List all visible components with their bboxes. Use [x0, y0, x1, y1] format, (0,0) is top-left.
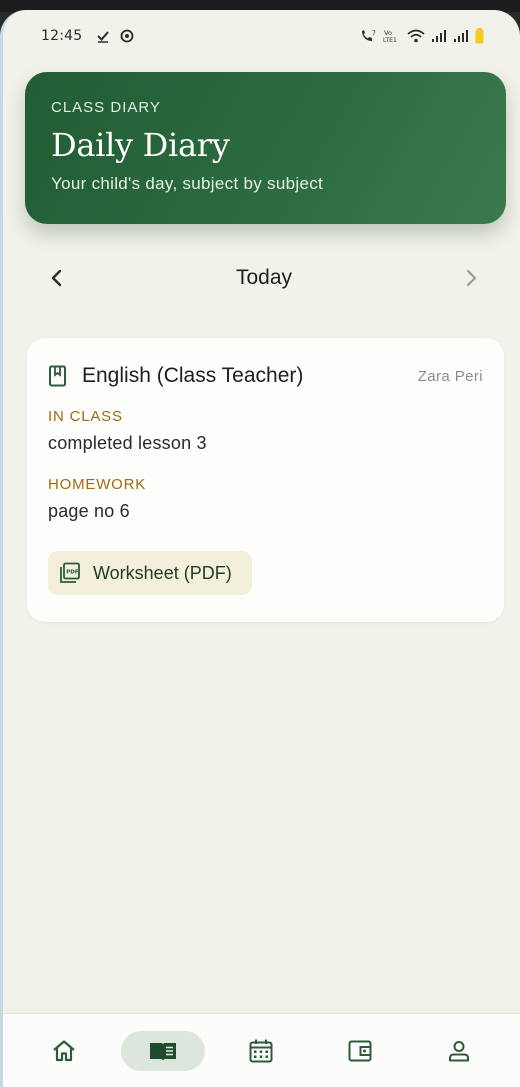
date-navigator: Today — [41, 258, 487, 298]
nav-calendar[interactable] — [219, 1031, 303, 1071]
wallet-icon — [348, 1040, 372, 1061]
svg-text:LTE1: LTE1 — [383, 37, 397, 44]
nav-home[interactable] — [22, 1031, 106, 1071]
previous-day-button[interactable] — [41, 262, 73, 294]
wifi-icon — [407, 29, 425, 43]
app-screen: 12:45 7 Vo LTE1 CLASS DIARY Daily Diary … — [0, 10, 520, 1087]
call-icon: 7 — [359, 29, 377, 43]
diary-header-card: CLASS DIARY Daily Diary Your child's day… — [25, 72, 506, 224]
status-bar: 12:45 7 Vo LTE1 — [3, 10, 520, 62]
profile-icon — [448, 1040, 469, 1061]
circle-status-icon — [120, 29, 134, 43]
bottom-navigation — [3, 1013, 520, 1087]
signal-icon — [453, 29, 469, 43]
svg-text:PDF: PDF — [66, 570, 79, 576]
chevron-right-icon — [466, 269, 477, 287]
current-date-label: Today — [235, 266, 293, 289]
status-time: 12:45 — [41, 28, 83, 44]
check-icon — [96, 29, 110, 43]
teacher-name: Zara Peri — [417, 367, 483, 385]
header-eyebrow: CLASS DIARY — [51, 99, 161, 116]
svg-text:7: 7 — [372, 30, 376, 37]
diary-entry-card: English (Class Teacher) Zara Peri IN CLA… — [27, 338, 504, 622]
subject-name: English (Class Teacher) — [82, 364, 304, 387]
signal-icon — [431, 29, 447, 43]
next-day-button[interactable] — [455, 262, 487, 294]
nav-profile[interactable] — [417, 1031, 501, 1071]
home-icon — [53, 1039, 76, 1061]
chevron-left-icon — [51, 269, 62, 287]
diary-icon — [149, 1042, 176, 1061]
page-title: Daily Diary — [51, 126, 230, 164]
battery-icon — [475, 28, 484, 44]
in-class-text: completed lesson 3 — [48, 433, 207, 453]
svg-text:Vo: Vo — [384, 29, 392, 37]
header-subtitle: Your child's day, subject by subject — [51, 174, 324, 193]
worksheet-attachment-button[interactable]: PDF Worksheet (PDF) — [48, 551, 252, 595]
volte-icon: Vo LTE1 — [383, 28, 401, 44]
in-class-label: IN CLASS — [48, 408, 123, 425]
nav-diary[interactable] — [120, 1030, 205, 1071]
book-icon — [49, 365, 66, 387]
nav-wallet[interactable] — [318, 1031, 402, 1071]
homework-label: HOMEWORK — [48, 476, 147, 493]
homework-text: page no 6 — [48, 501, 130, 521]
attachment-label: Worksheet (PDF) — [93, 562, 232, 583]
pdf-icon: PDF — [60, 562, 80, 583]
subject-row: English (Class Teacher) Zara Peri — [48, 364, 483, 388]
calendar-icon — [249, 1039, 273, 1062]
